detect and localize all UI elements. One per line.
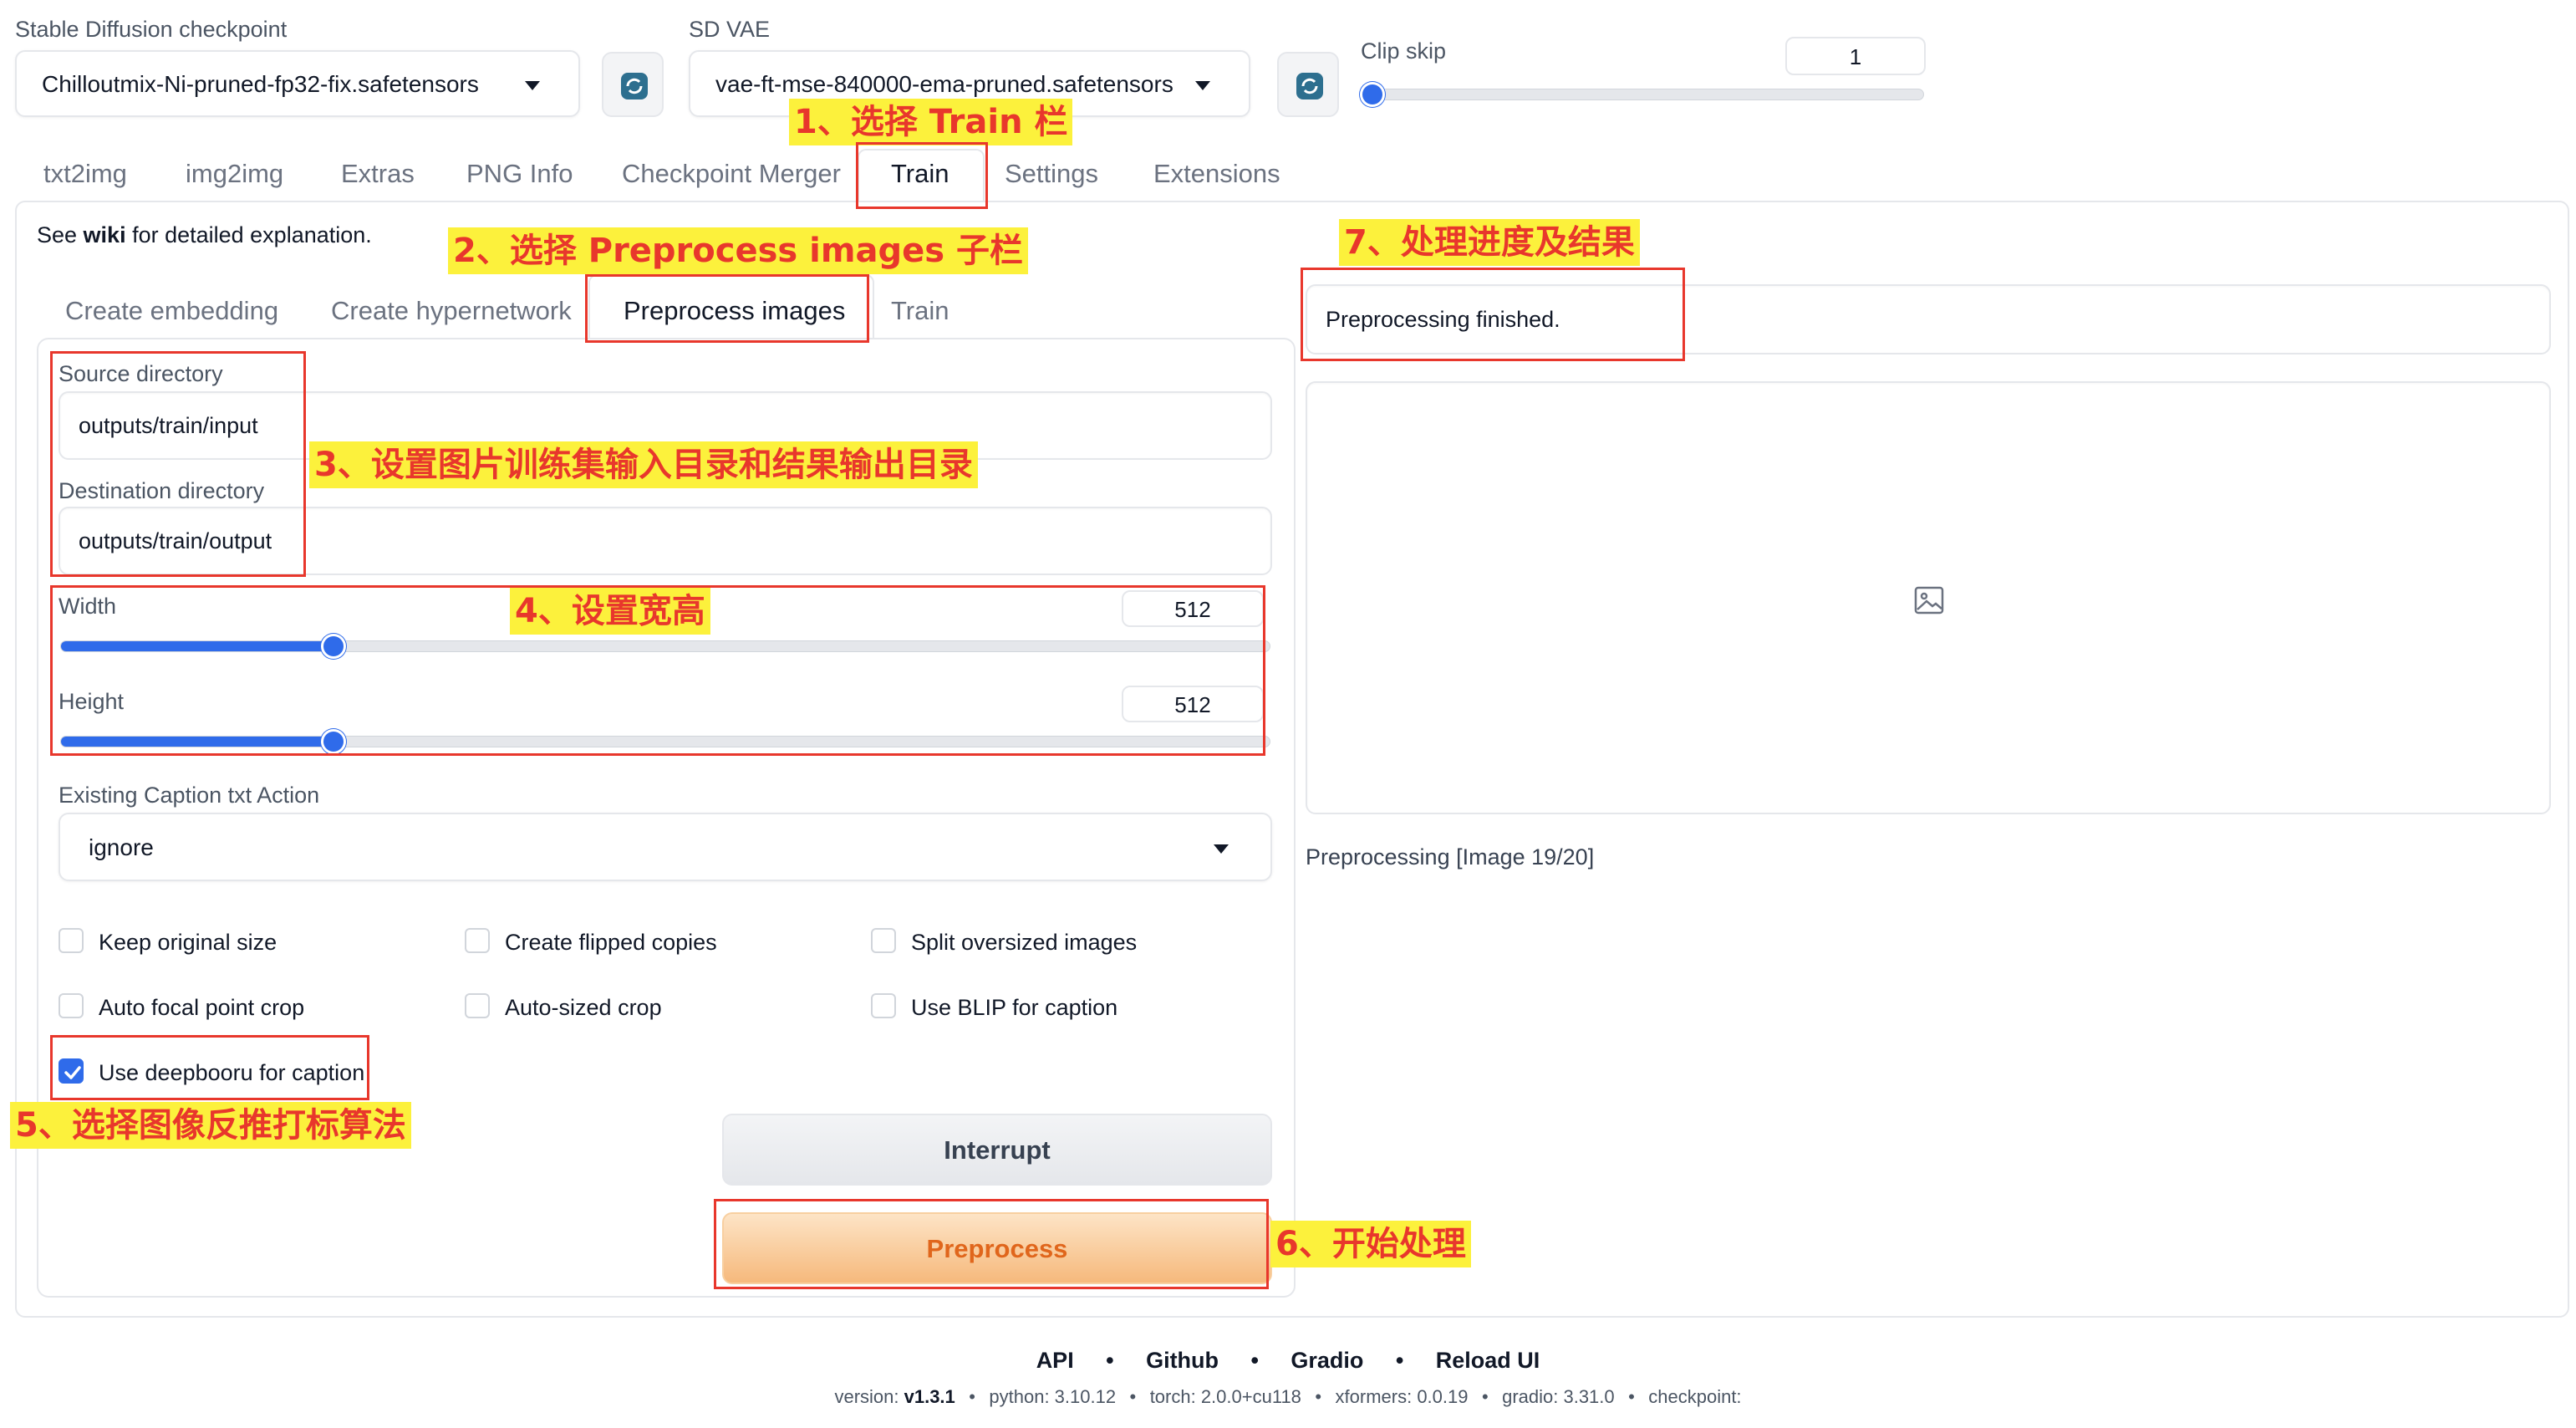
xformers-version: xformers: 0.0.19 [1335, 1386, 1469, 1407]
torch-version: torch: 2.0.0+cu118 [1149, 1386, 1301, 1407]
auto-focal-point-crop-label: Auto focal point crop [99, 995, 305, 1020]
chevron-down-icon [525, 81, 540, 90]
tab-extras[interactable]: Extras [341, 159, 415, 189]
wiki-link[interactable]: wiki [84, 222, 126, 247]
checkpoint-info: checkpoint: [1648, 1386, 1742, 1407]
checkpoint-dropdown[interactable]: Chilloutmix-Ni-pruned-fp32-fix.safetenso… [15, 50, 580, 117]
create-flipped-copies-label: Create flipped copies [505, 930, 717, 955]
caption-action-label: Existing Caption txt Action [59, 783, 320, 808]
clip-skip-slider[interactable] [1362, 89, 1924, 100]
wiki-hint: See wiki for detailed explanation. [37, 222, 372, 247]
use-blip-label: Use BLIP for caption [911, 995, 1118, 1020]
result-image-area [1306, 381, 2551, 814]
auto-sized-crop-label: Auto-sized crop [505, 995, 662, 1020]
annotation-box-preprocess-button [714, 1199, 1269, 1289]
auto-sized-crop-checkbox[interactable] [465, 993, 490, 1018]
annotation-2: 2、选择 Preprocess images 子栏 [448, 227, 1029, 274]
caption-action-dropdown[interactable]: ignore [59, 813, 1272, 881]
interrupt-button[interactable]: Interrupt [722, 1114, 1272, 1186]
tab-img2img[interactable]: img2img [186, 159, 283, 189]
annotation-box-directories [50, 351, 306, 577]
tab-checkpoint-merger[interactable]: Checkpoint Merger [622, 159, 841, 189]
clip-skip-label: Clip skip [1361, 38, 1447, 64]
annotation-6: 6、开始处理 [1270, 1221, 1471, 1267]
tab-settings[interactable]: Settings [1005, 159, 1098, 189]
annotation-1: 1、选择 Train 栏 [789, 99, 1073, 145]
chevron-down-icon [1195, 81, 1210, 90]
refresh-checkpoint-button[interactable] [602, 52, 664, 117]
checkpoint-value: Chilloutmix-Ni-pruned-fp32-fix.safetenso… [42, 71, 479, 97]
annotation-4: 4、设置宽高 [510, 588, 710, 635]
split-oversized-images-checkbox[interactable] [871, 928, 896, 953]
split-oversized-images-label: Split oversized images [911, 930, 1138, 955]
annotation-box-train-tab [856, 142, 988, 209]
subtab-create-hypernetwork[interactable]: Create hypernetwork [331, 296, 572, 326]
subtab-train[interactable]: Train [891, 296, 949, 326]
caption-action-value: ignore [89, 834, 154, 860]
python-version: python: 3.10.12 [989, 1386, 1117, 1407]
annotation-box-preprocess-subtab [585, 274, 869, 343]
footer-link-github[interactable]: Github [1146, 1348, 1219, 1373]
version-value: v1.3.1 [904, 1386, 955, 1407]
footer-versions: version: v1.3.1 • python: 3.10.12 • torc… [834, 1386, 1742, 1407]
footer-link-reload-ui[interactable]: Reload UI [1436, 1348, 1540, 1373]
vae-label: SD VAE [689, 17, 771, 42]
chevron-down-icon [1214, 844, 1229, 854]
auto-focal-point-crop-checkbox[interactable] [59, 993, 84, 1018]
tab-png-info[interactable]: PNG Info [466, 159, 573, 189]
footer-links: API • Github • Gradio • Reload UI [1036, 1348, 1540, 1373]
create-flipped-copies-checkbox[interactable] [465, 928, 490, 953]
clip-skip-thumb[interactable] [1360, 82, 1385, 107]
checkpoint-label: Stable Diffusion checkpoint [15, 17, 288, 42]
annotation-7: 7、处理进度及结果 [1339, 219, 1640, 266]
subtab-create-embedding[interactable]: Create embedding [65, 296, 278, 326]
image-placeholder-icon [1914, 586, 1944, 615]
keep-original-size-label: Keep original size [99, 930, 277, 955]
refresh-icon [621, 73, 648, 99]
annotation-box-deepbooru [50, 1035, 369, 1100]
gradio-version: gradio: 3.31.0 [1502, 1386, 1615, 1407]
progress-text: Preprocessing [Image 19/20] [1306, 844, 1595, 870]
keep-original-size-checkbox[interactable] [59, 928, 84, 953]
tab-txt2img[interactable]: txt2img [43, 159, 127, 189]
footer-link-api[interactable]: API [1036, 1348, 1074, 1373]
refresh-icon [1296, 73, 1323, 99]
footer-link-gradio[interactable]: Gradio [1291, 1348, 1363, 1373]
annotation-5: 5、选择图像反推打标算法 [10, 1102, 411, 1149]
refresh-vae-button[interactable] [1277, 52, 1339, 117]
use-blip-checkbox[interactable] [871, 993, 896, 1018]
tab-extensions[interactable]: Extensions [1153, 159, 1280, 189]
clip-skip-input[interactable]: 1 [1785, 37, 1926, 75]
annotation-box-status [1301, 268, 1685, 361]
annotation-3: 3、设置图片训练集输入目录和结果输出目录 [309, 441, 978, 488]
